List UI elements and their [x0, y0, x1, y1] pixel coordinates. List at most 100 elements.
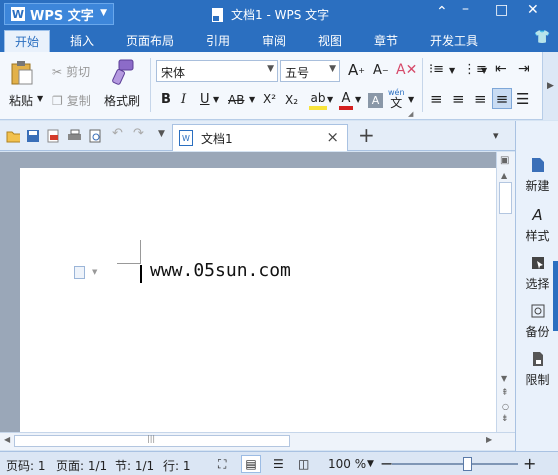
pane-backup[interactable]: 备份: [516, 303, 558, 340]
superscript-button[interactable]: X²: [263, 92, 276, 106]
zoom-level[interactable]: 100 %: [328, 457, 366, 471]
zoom-slider-thumb[interactable]: [462, 457, 472, 471]
font-color-dropdown-icon[interactable]: ▼: [355, 95, 361, 104]
paste-button[interactable]: [10, 60, 34, 86]
grow-font-icon[interactable]: A +: [348, 61, 365, 79]
numbered-list-dropdown-icon[interactable]: ▼: [481, 66, 487, 75]
print-icon[interactable]: [67, 129, 81, 143]
outline-view-icon[interactable]: ☰: [273, 457, 284, 471]
increase-indent-icon[interactable]: ⇥: [518, 61, 530, 77]
document-page[interactable]: ▼ www.05sun.com: [20, 168, 496, 432]
align-center-icon[interactable]: ≡: [452, 90, 465, 108]
format-painter-label[interactable]: 格式刷: [104, 92, 140, 109]
redo-icon[interactable]: ↷: [133, 126, 147, 141]
underline-dropdown-icon[interactable]: ▼: [213, 95, 219, 104]
pane-collapse-handle[interactable]: [553, 261, 558, 331]
fullscreen-view-icon[interactable]: ⛶: [218, 457, 226, 472]
ribbon-divider: [150, 58, 151, 112]
ribbon-scroll-right[interactable]: ▶: [542, 52, 558, 120]
tab-menu-icon[interactable]: ▾: [493, 129, 499, 142]
scroll-left-icon[interactable]: ◀: [4, 435, 10, 444]
phonetic-dropdown-icon[interactable]: ▼: [408, 95, 414, 104]
horizontal-scroll-thumb[interactable]: |||: [14, 434, 290, 447]
bullet-list-dropdown-icon[interactable]: ▼: [449, 66, 455, 75]
tab-chapter[interactable]: 章节: [374, 32, 398, 49]
cut-label: 剪切: [66, 65, 91, 79]
split-view-icon[interactable]: ▣: [500, 155, 509, 166]
tab-review[interactable]: 审阅: [262, 32, 286, 49]
undo-icon[interactable]: ↶: [112, 126, 126, 141]
italic-button[interactable]: I: [181, 92, 186, 107]
skin-icon[interactable]: 👕: [534, 30, 550, 45]
bullet-list-icon[interactable]: ⁝≡: [429, 62, 444, 77]
font-color-button[interactable]: A: [339, 90, 353, 110]
paste-label[interactable]: 粘贴: [9, 92, 33, 109]
font-size-select[interactable]: 五号 ▼: [280, 60, 340, 82]
web-view-icon[interactable]: ◫: [298, 457, 309, 471]
horizontal-scrollbar[interactable]: ◀ ||| ▶: [0, 432, 515, 450]
distributed-align-icon[interactable]: ☰: [516, 90, 529, 108]
cut-button[interactable]: ✂ 剪切: [52, 63, 90, 80]
print-preview-icon[interactable]: [88, 129, 102, 143]
save-icon[interactable]: [26, 129, 40, 143]
highlight-dropdown-icon[interactable]: ▼: [327, 95, 333, 104]
pane-restrict[interactable]: 限制: [516, 351, 558, 388]
char-shading-button[interactable]: A: [368, 93, 383, 108]
decrease-indent-icon[interactable]: ⇤: [495, 61, 507, 77]
select-browse-object-icon[interactable]: ○: [502, 402, 509, 411]
export-pdf-icon[interactable]: [46, 129, 60, 143]
subscript-button[interactable]: X₂: [285, 93, 298, 107]
clear-format-icon[interactable]: A✕: [396, 62, 417, 78]
strikethrough-button[interactable]: AB: [228, 93, 244, 107]
pane-select[interactable]: 选择: [516, 255, 558, 292]
pane-new[interactable]: 新建: [516, 157, 558, 194]
vertical-scroll-thumb[interactable]: [499, 182, 512, 214]
zoom-in-button[interactable]: +: [523, 454, 536, 473]
justify-icon[interactable]: ≡: [492, 88, 512, 109]
open-folder-icon[interactable]: [6, 129, 20, 143]
shrink-font-icon[interactable]: A −: [373, 63, 389, 78]
tab-references[interactable]: 引用: [206, 32, 230, 49]
close-window-button[interactable]: ✕: [527, 2, 539, 18]
app-menu-button[interactable]: W WPS 文字 ▼: [4, 3, 114, 25]
scroll-up-icon[interactable]: ▲: [501, 171, 507, 180]
quick-access-dropdown-icon[interactable]: ▼: [158, 129, 172, 143]
tab-insert[interactable]: 插入: [70, 32, 94, 49]
font-dialog-launcher-icon[interactable]: ◢: [408, 110, 413, 118]
scroll-right-icon[interactable]: ▶: [486, 435, 492, 444]
align-left-icon[interactable]: ≡: [430, 90, 443, 108]
format-painter-icon[interactable]: [110, 58, 136, 86]
paste-dropdown-icon[interactable]: ▼: [37, 94, 43, 103]
prev-page-icon[interactable]: ⇞: [501, 388, 509, 398]
new-tab-button[interactable]: +: [358, 123, 375, 147]
status-page[interactable]: 页码: 1: [6, 457, 46, 474]
zoom-dropdown-icon[interactable]: ▼: [367, 459, 374, 469]
font-name-dropdown-icon: ▼: [267, 64, 274, 74]
copy-button[interactable]: ❐ 复制: [52, 92, 91, 109]
vertical-scrollbar[interactable]: ▣ ▲ ▼ ⇞ ○ ⇟: [496, 152, 515, 432]
minimize-button[interactable]: –: [462, 1, 469, 17]
tab-home[interactable]: 开始: [4, 30, 51, 52]
tab-developer[interactable]: 开发工具: [430, 32, 478, 49]
page-view-icon[interactable]: ▤: [241, 455, 261, 473]
bold-button[interactable]: B: [161, 92, 171, 107]
document-text[interactable]: www.05sun.com: [150, 260, 291, 281]
tab-view[interactable]: 视图: [318, 32, 342, 49]
scroll-down-icon[interactable]: ▼: [501, 374, 507, 383]
strikethrough-dropdown-icon[interactable]: ▼: [249, 95, 255, 104]
highlight-icon[interactable]: ab: [309, 90, 327, 110]
underline-button[interactable]: U: [200, 92, 210, 107]
maximize-button[interactable]: □: [495, 2, 508, 18]
align-right-icon[interactable]: ≡: [474, 90, 487, 108]
tab-page-layout[interactable]: 页面布局: [126, 32, 174, 49]
next-page-icon[interactable]: ⇟: [501, 414, 509, 424]
paragraph-handle-dropdown-icon[interactable]: ▼: [92, 268, 97, 276]
zoom-slider-track[interactable]: [392, 463, 518, 465]
font-name-select[interactable]: 宋体 ▼: [156, 60, 278, 82]
paragraph-handle-icon[interactable]: [74, 266, 85, 279]
close-tab-button[interactable]: ×: [326, 128, 339, 146]
tab-document[interactable]: W 文档1 ×: [172, 124, 348, 151]
pane-styles[interactable]: A 样式: [516, 207, 558, 244]
collapse-ribbon-icon[interactable]: ⌃: [436, 4, 448, 20]
phonetic-guide-button[interactable]: wén 文: [388, 88, 405, 110]
